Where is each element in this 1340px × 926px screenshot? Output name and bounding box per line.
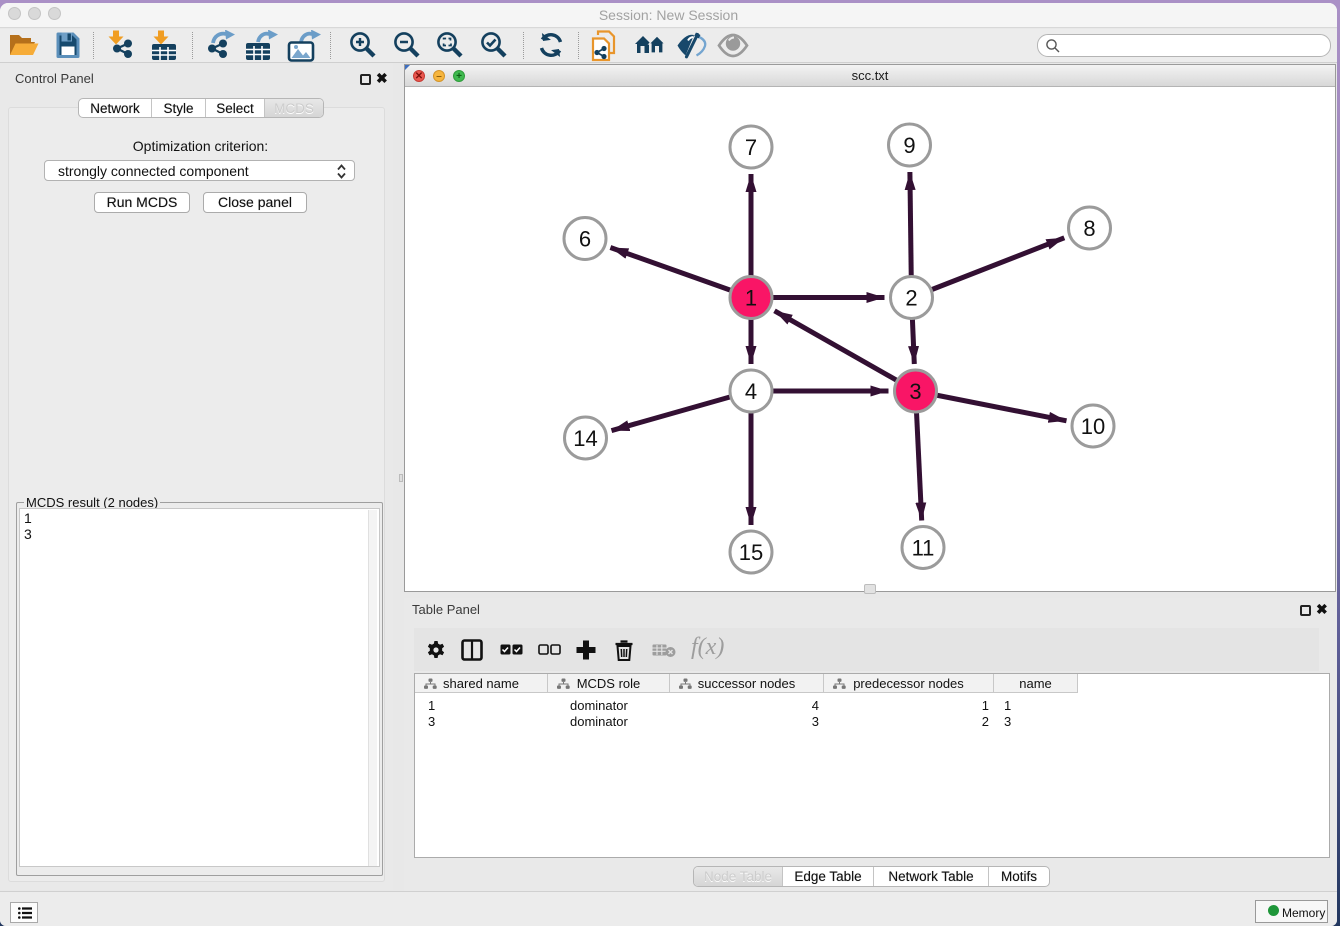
svg-text:15: 15	[739, 540, 763, 565]
svg-text:8: 8	[1083, 216, 1095, 241]
svg-text:6: 6	[579, 227, 591, 252]
svg-text:1: 1	[745, 286, 757, 311]
svg-text:11: 11	[912, 536, 935, 561]
svg-text:9: 9	[903, 133, 915, 158]
svg-text:14: 14	[573, 426, 597, 451]
svg-text:2: 2	[905, 286, 917, 311]
svg-text:7: 7	[745, 135, 757, 160]
svg-text:4: 4	[745, 379, 757, 404]
svg-text:3: 3	[909, 379, 921, 404]
svg-text:10: 10	[1081, 414, 1105, 439]
